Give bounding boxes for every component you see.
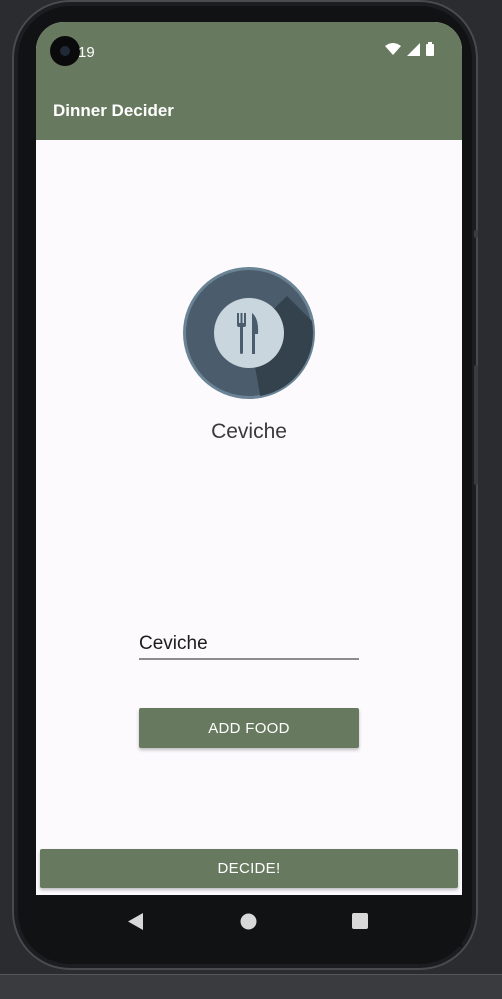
- add-food-button[interactable]: ADD FOOD: [139, 708, 359, 748]
- app-title: Dinner Decider: [53, 101, 174, 120]
- back-icon[interactable]: [128, 913, 144, 930]
- volume-button: [474, 365, 478, 485]
- camera-cutout: [50, 36, 80, 66]
- system-nav-bar: [36, 895, 462, 947]
- plate-fork-knife-icon: [183, 267, 315, 399]
- power-button: [474, 230, 478, 238]
- signal-icon: [407, 42, 420, 56]
- app-screen: 19 Dinner Decider Ceviche Ceviche ADD FO…: [36, 22, 462, 895]
- status-icons: [385, 42, 434, 56]
- home-icon[interactable]: [240, 913, 257, 930]
- desktop-bottom-bar: [0, 974, 502, 999]
- selected-food-label: Ceviche: [211, 420, 287, 443]
- recents-icon[interactable]: [352, 913, 368, 929]
- decide-button[interactable]: DECIDE!: [40, 849, 458, 888]
- app-bar: 19 Dinner Decider: [36, 22, 462, 140]
- battery-icon: [426, 42, 434, 56]
- food-input[interactable]: [139, 630, 359, 660]
- wifi-icon: [385, 42, 401, 55]
- status-time: 19: [78, 44, 95, 61]
